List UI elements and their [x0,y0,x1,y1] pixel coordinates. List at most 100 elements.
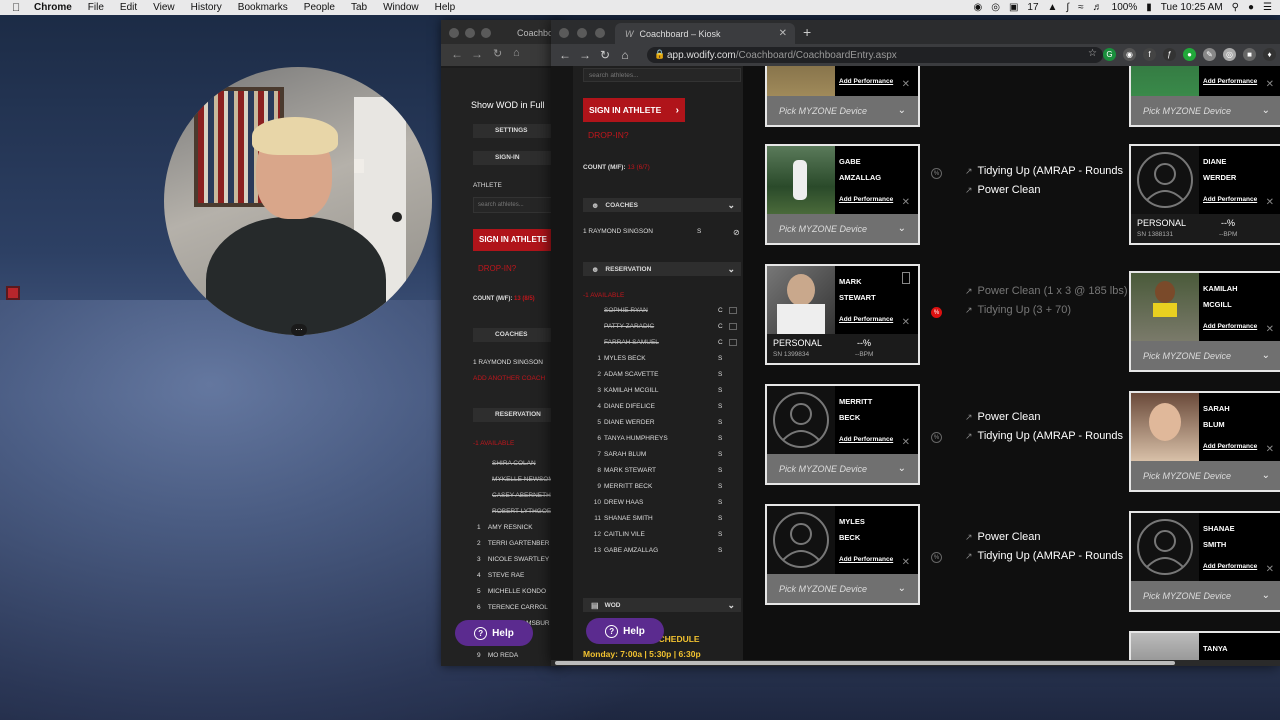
extension-grammarly-icon[interactable]: G [1103,48,1116,61]
close-dot[interactable] [449,28,459,38]
calendar-icon[interactable] [729,306,737,314]
athlete-card[interactable]: SARAH BLUM Add Performance ✕ Pick MYZONE … [1129,391,1280,492]
add-performance-link[interactable]: Add Performance [1203,563,1257,570]
close-icon[interactable]: ✕ [902,437,910,448]
athlete-card[interactable]: Add Performance ✕ Pick MYZONE Device ⌄ [765,66,920,127]
battery-icon[interactable]: ▮ [1146,2,1152,13]
search-athletes-input[interactable]: search athletes... [583,68,741,82]
list-item[interactable]: SOPHIE RYAN C [583,302,741,318]
minimize-dot[interactable] [577,28,587,38]
bg-reservation[interactable]: RESERVATION [473,408,561,422]
extension-facebook-icon[interactable]: f [1143,48,1156,61]
add-performance-link[interactable]: Add Performance [839,436,893,443]
list-item[interactable]: 13 GABE AMZALLAG S [583,542,741,558]
add-performance-link[interactable]: Add Performance [839,78,893,85]
bookmark-star-icon[interactable]: ☆ [1088,48,1097,59]
athlete-card[interactable]: MERRITT BECK Add Performance ✕ Pick MYZON… [765,384,920,485]
extension-gray-icon[interactable]: ■ [1243,48,1256,61]
close-icon[interactable]: ✕ [902,557,910,568]
athlete-card[interactable]: MARK STEWART Add Performance ✕ PERSONAL S… [765,264,920,365]
record-stop-button[interactable] [6,286,20,300]
minimize-dot[interactable] [465,28,475,38]
close-icon[interactable]: ✕ [1266,324,1274,335]
list-item[interactable]: 1 MYLES BECK S [583,350,741,366]
bg-signin[interactable]: SIGN-IN [473,151,561,165]
menu-edit[interactable]: Edit [112,2,145,13]
calendar-icon[interactable] [729,322,737,330]
close-icon[interactable]: ✕ [1266,197,1274,208]
bg-search-input[interactable]: search athletes... [473,197,561,213]
reload-icon[interactable]: ↻ [595,48,615,62]
athlete-card[interactable]: GABE AMZALLAG Add Performance ✕ Pick MYZO… [765,144,920,245]
menu-help[interactable]: Help [427,2,464,13]
more-options-icon[interactable]: … [291,324,307,336]
sign-in-athlete-button[interactable]: SIGN IN ATHLETE › [583,98,685,122]
menu-view[interactable]: View [145,2,183,13]
add-performance-link[interactable]: Add Performance [839,196,893,203]
battery-percent[interactable]: 100% [1112,2,1138,13]
remove-coach-icon[interactable]: ⊘ [733,228,740,237]
menu-window[interactable]: Window [375,2,427,13]
show-wod-toggle[interactable]: Show WOD in Full [471,100,545,110]
clock[interactable]: Tue 10:25 AM [1161,2,1223,13]
bg-add-coach[interactable]: ADD ANOTHER COACH [473,375,545,382]
control-center-icon[interactable]: ☰ [1263,2,1272,13]
back-icon[interactable]: ← [555,48,575,62]
user-icon[interactable]: ● [1248,2,1254,13]
menu-app-name[interactable]: Chrome [26,2,80,13]
pick-device-select[interactable]: Pick MYZONE Device ⌄ [1131,581,1280,610]
back-icon[interactable]: ← [451,47,463,61]
forward-icon[interactable]: → [575,48,595,62]
status-icon[interactable]: % [931,432,942,443]
pick-device-select[interactable]: Pick MYZONE Device ⌄ [1131,341,1280,370]
list-item[interactable]: 8 MARK STEWART S [583,462,741,478]
close-icon[interactable]: ✕ [1266,444,1274,455]
bg-settings[interactable]: SETTINGS [473,124,561,138]
athlete-card[interactable]: MYLES BECK Add Performance ✕ Pick MYZONE … [765,504,920,605]
add-performance-link[interactable]: Add Performance [1203,196,1257,203]
extension-green-icon[interactable]: ● [1183,48,1196,61]
add-performance-link[interactable]: Add Performance [1203,323,1257,330]
extension-formula-icon[interactable]: ƒ [1163,48,1176,61]
list-item[interactable]: 10 DREW HAAS S [583,494,741,510]
pick-device-select[interactable]: Pick MYZONE Device ⌄ [1131,461,1280,490]
home-icon[interactable]: ⌂ [513,47,520,59]
close-icon[interactable]: ✕ [1266,564,1274,575]
list-item[interactable]: 5 DIANE WERDER S [583,414,741,430]
list-item[interactable]: 2 ADAM SCAVETTE S [583,366,741,382]
extension-globe-icon[interactable]: ◎ [1223,48,1236,61]
screen-record-icon[interactable]: ◉ [973,2,982,13]
list-item[interactable]: PATTY ZARADIC C [583,318,741,334]
reservation-section-header[interactable]: ☻ RESERVATION ⌄ [583,262,741,276]
calendar-icon[interactable] [729,338,737,346]
bluetooth-icon[interactable]: ∫ [1066,2,1069,13]
menu-tab[interactable]: Tab [343,2,375,13]
add-performance-link[interactable]: Add Performance [1203,443,1257,450]
athlete-card[interactable]: SHANAE SMITH Add Performance ✕ Pick MYZON… [1129,511,1280,612]
bg-sign-in-button[interactable]: SIGN IN ATHLETE [473,229,561,251]
bg-drop-in[interactable]: DROP-IN? [478,264,516,273]
close-dot[interactable] [559,28,569,38]
help-button[interactable]: ? Help [586,618,664,644]
extension-pen-icon[interactable]: ✎ [1203,48,1216,61]
menu-people[interactable]: People [296,2,343,13]
add-performance-link[interactable]: Add Performance [1203,78,1257,85]
drop-in-link[interactable]: DROP-IN? [588,130,629,140]
athlete-card[interactable]: KAMILAH MCGILL Add Performance ✕ Pick MYZ… [1129,271,1280,372]
zoom-dot[interactable] [595,28,605,38]
close-icon[interactable]: ✕ [1266,79,1274,90]
menu-file[interactable]: File [80,2,112,13]
bg-coaches[interactable]: COACHES [473,328,561,342]
list-item[interactable]: 12 CAITLIN VILE S [583,526,741,542]
extensions-puzzle-icon[interactable]: ♦ [1263,48,1276,61]
status-icon[interactable]: % [931,552,942,563]
volume-icon[interactable]: ♬ [1093,2,1103,13]
list-item[interactable]: 9 MERRITT BECK S [583,478,741,494]
vpn-icon[interactable]: ◎ [991,2,1000,13]
list-item[interactable]: FARRAH SAMUEL C [583,334,741,350]
address-bar[interactable]: 🔒 app.wodify.com/Coachboard/CoachboardEn… [647,47,1103,63]
wifi-icon[interactable]: ≈ [1078,2,1084,13]
close-icon[interactable]: ✕ [902,79,910,90]
status-icon[interactable]: % [931,168,942,179]
home-icon[interactable]: ⌂ [615,48,635,62]
